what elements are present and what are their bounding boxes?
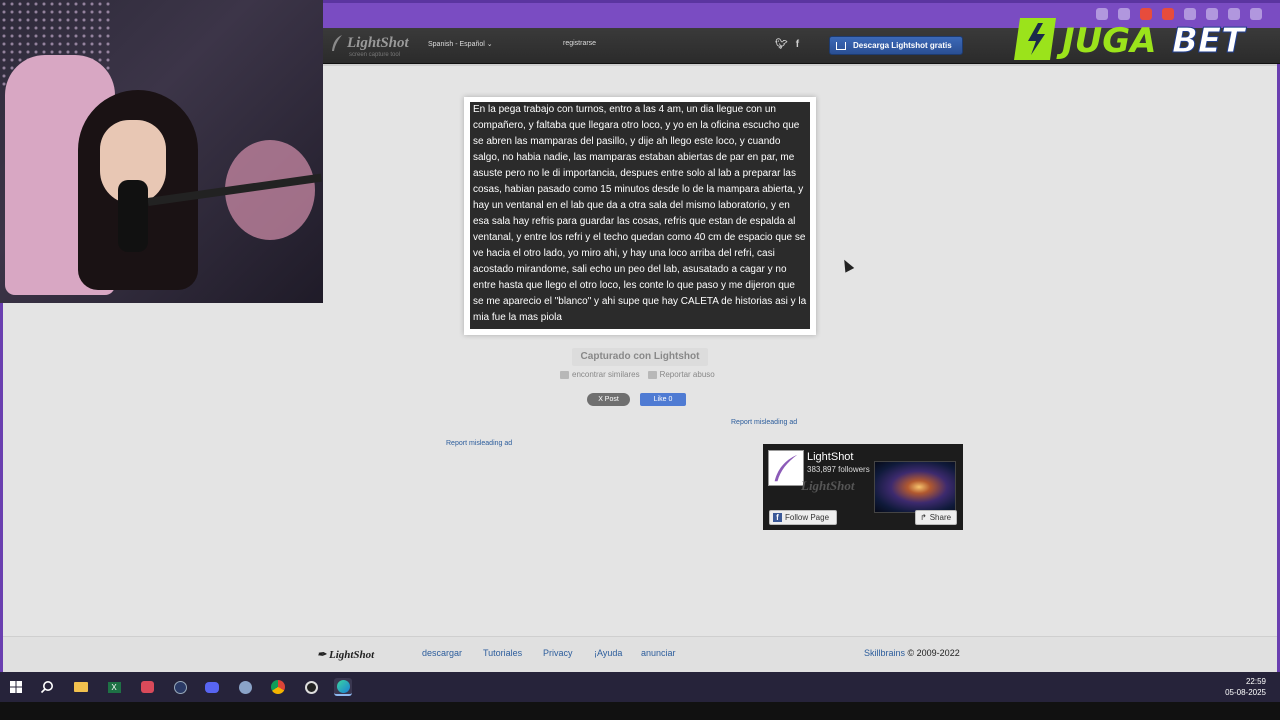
facebook-like-button[interactable]: Like 0 [640,393,686,406]
facebook-page-widget: LightShot 383,897 followers LightShot f … [763,444,963,530]
report-abuse-label: Reportar abuso [659,370,715,379]
find-similar-label: encontrar similares [572,370,640,379]
windows-icon[interactable] [7,678,25,696]
lightshot-watermark: LightShot [801,478,855,493]
lightshot-logo[interactable]: LightShot screen capture tool [331,34,409,58]
page-footer: ✒ LightShot descargar Tutoriales Privacy… [3,636,1277,672]
x-post-button[interactable]: X Post [587,393,630,406]
logo-subtitle: screen capture tool [349,52,401,58]
image-actions: encontrar similares Reportar abuso [560,370,715,379]
windows-taskbar: X 22:59 05-08-2025 [0,672,1280,702]
lightshot-avatar[interactable] [768,450,804,486]
facebook-icon: f [773,513,782,522]
share-label: Share [929,513,952,522]
report-abuse-link[interactable]: Reportar abuso [647,370,715,379]
image-icon [560,370,569,379]
skillbrains-link[interactable]: Skillbrains [864,648,905,658]
twitter-icon[interactable]: 🐦︎ [775,39,788,50]
facebook-page-name[interactable]: LightShot [807,451,853,463]
report-misleading-ad-link[interactable]: Report misleading ad [731,419,797,426]
file-explorer-icon[interactable] [72,678,90,696]
obs-icon[interactable] [302,678,320,696]
captured-with-lightshot-label: Capturado con Lightshot [572,348,708,366]
footer-link-tutorials[interactable]: Tutoriales [483,648,543,658]
chrome-icon[interactable] [269,678,287,696]
magnifier [40,681,53,694]
footer-link-privacy[interactable]: Privacy [543,648,594,658]
edge-icon[interactable] [334,678,352,696]
excel-icon[interactable]: X [105,678,123,696]
logo-text: LightShot [347,34,409,51]
cover-image [874,461,956,513]
follow-page-label: Follow Page [785,513,830,522]
microphone [118,180,148,252]
download-label: Descarga Lightshot gratis [853,41,952,50]
browser-tabstrip [323,0,1280,3]
footer-copyright: Skillbrains © 2009-2022 [864,648,960,658]
language-value: Spanish - Español [428,41,485,48]
footer-logo-text: LightShot [328,649,375,661]
search-icon[interactable] [38,678,56,696]
register-link[interactable]: registrarse [563,40,596,47]
feather-icon: ✒ [317,649,329,661]
footer-logo[interactable]: ✒ LightShot [317,648,374,661]
jugabet-text-left: JUGA [1056,21,1156,61]
footer-link-help[interactable]: ¡Ayuda [594,648,641,658]
facebook-followers: 383,897 followers [807,465,870,474]
footer-links: descargar Tutoriales Privacy ¡Ayuda anun… [422,648,691,658]
facebook-icon[interactable]: f [796,39,799,50]
follow-page-button[interactable]: f Follow Page [769,510,837,525]
download-icon [836,41,846,50]
browser-icon[interactable] [236,678,254,696]
share-button[interactable]: ↱ Share [915,510,957,525]
report-misleading-ad-link[interactable]: Report misleading ad [446,440,512,447]
app-icon[interactable] [171,678,189,696]
social-links: 🐦︎ f [775,39,799,50]
feather-icon [774,454,798,482]
share-icon: ↱ [920,513,927,522]
screenshot-image-frame: En la pega trabajo con turnos, entro a l… [464,97,816,335]
feather-icon [332,35,342,51]
screenshot-image: En la pega trabajo con turnos, entro a l… [470,102,810,329]
system-clock[interactable]: 22:59 05-08-2025 [1225,676,1266,698]
flag-icon [647,370,657,379]
footer-link-download[interactable]: descargar [422,648,483,658]
clock-time: 22:59 [1245,677,1266,686]
jugabet-logo: JUGA BET [1014,18,1248,62]
footer-link-advertise[interactable]: anunciar [641,648,691,658]
chevron-down-icon: ⌄ [486,41,493,48]
webcam-overlay [0,0,323,303]
copyright-text: © 2009-2022 [907,648,960,658]
discord-icon[interactable] [203,678,221,696]
find-similar-link[interactable]: encontrar similares [560,370,640,379]
clock-date: 05-08-2025 [1225,688,1266,697]
screen-bottom-edge [0,702,1280,720]
game-icon[interactable] [138,678,156,696]
language-select[interactable]: Spanish - Español ⌄ [428,40,493,48]
windows-logo [10,681,22,693]
download-button[interactable]: Descarga Lightshot gratis [829,36,963,55]
jugabet-text-right: BET [1172,21,1247,61]
